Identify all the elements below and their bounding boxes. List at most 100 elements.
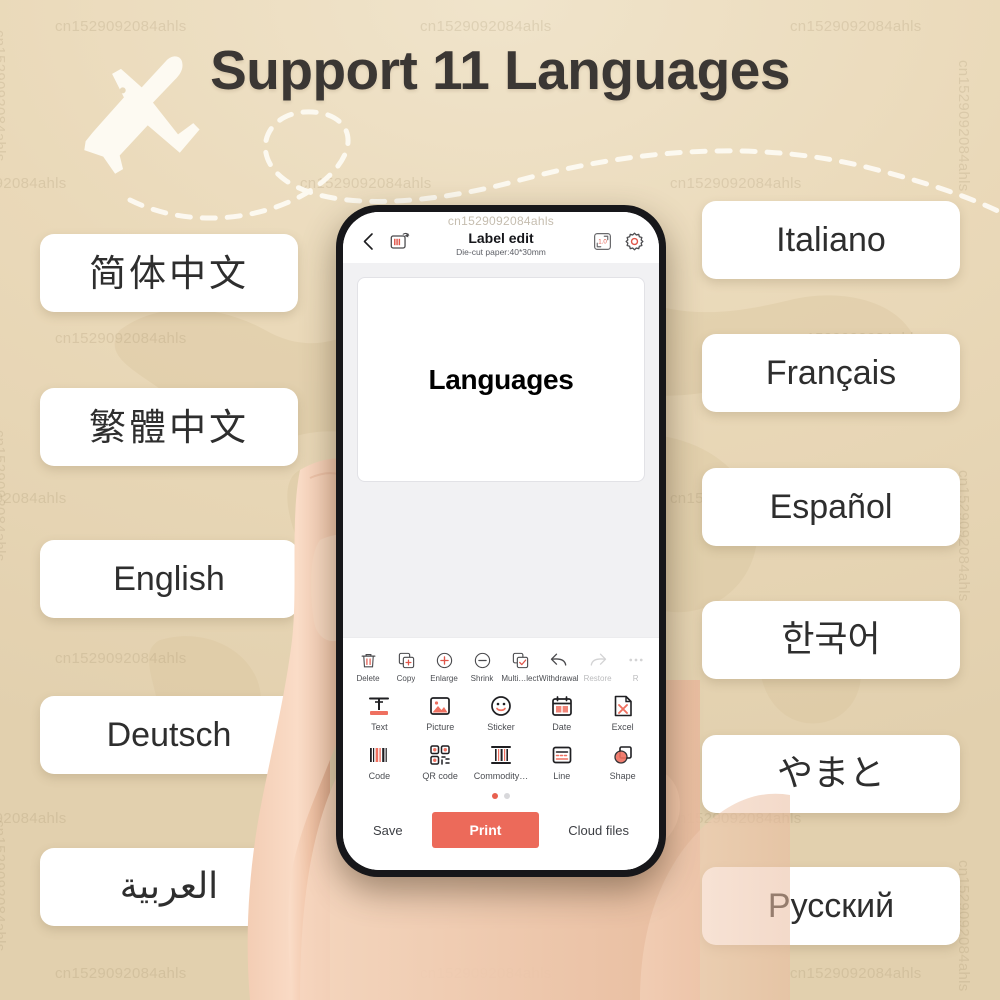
tool-withdrawal[interactable]: Withdrawal [539,644,579,688]
tool-qr-code[interactable]: QR code [410,737,471,786]
language-label: العربية [119,866,219,907]
phone-screen: cn1529092084ahls Label edit Die-cut pape… [343,212,659,870]
tool-label: Shape [609,771,636,781]
tool-label: Excel [611,722,634,732]
language-card[interactable]: Italiano [702,201,960,279]
tool-label: Multi…lect [501,674,539,683]
tool-label: Picture [426,722,455,732]
language-label: 繁體中文 [89,405,249,449]
more-icon [627,649,645,671]
tool-label: Date [552,722,572,732]
copy-icon [397,649,416,671]
tool-shrink[interactable]: Shrink [463,644,501,688]
toolbar-row-insert: Text Picture Sticker Date Excel [343,688,659,737]
pager-dot[interactable] [492,793,498,799]
language-label: Español [769,488,893,526]
language-label: English [113,560,225,598]
calendar-icon [550,693,574,719]
bottom-action-bar: Save Print Cloud files [343,806,659,870]
language-card[interactable]: English [40,540,298,618]
tool-text[interactable]: Text [349,688,410,737]
excel-icon [611,693,635,719]
tool-commodity[interactable]: Commodity… [471,737,532,786]
tool-label: Delete [356,674,380,683]
svg-text:1.0: 1.0 [598,238,607,245]
language-card[interactable]: 한국어 [702,601,960,679]
toolbar-row-edit: Delete Copy Enlarge Shrink Multi…lect Withdra… [343,644,659,688]
barcode-icon [367,742,391,768]
language-card[interactable]: Русский [702,867,960,945]
smiley-icon [489,693,513,719]
tool-label: QR code [422,771,458,781]
paper-spec-label: Die-cut paper:40*30mm [456,247,546,258]
language-card[interactable]: 繁體中文 [40,388,298,466]
toolbar-row-codes: Code QR code Commodity… Line Shape [343,737,659,786]
undo-icon [549,649,569,671]
page-title: Support 11 Languages [210,39,790,101]
text-tool-icon [367,693,391,719]
minus-circle-icon [473,649,492,671]
language-card[interactable]: 简体中文 [40,234,298,312]
language-label: 简体中文 [89,251,249,295]
tool-multi-lect[interactable]: Multi…lect [501,644,539,688]
label-canvas[interactable]: Languages [357,277,645,483]
plus-circle-icon [435,649,454,671]
multiselect-icon [511,649,530,671]
tool-enlarge[interactable]: Enlarge [425,644,463,688]
label-canvas-area: Languages [343,263,659,516]
page-title-label: Label edit [468,230,534,246]
tool-label: Sticker [487,722,515,732]
language-label: Deutsch [106,716,232,754]
tool-r: R [617,644,655,688]
language-card[interactable]: العربية [40,848,298,926]
tool-sticker[interactable]: Sticker [471,688,532,737]
print-button[interactable]: Print [431,812,540,848]
printer-icon[interactable] [387,229,413,255]
cloud-files-button[interactable]: Cloud files [568,823,629,838]
tool-label: Commodity… [473,771,529,781]
tool-label: Copy [396,674,416,683]
editor-toolbar: Delete Copy Enlarge Shrink Multi…lect Withdra… [343,637,659,806]
tool-code[interactable]: Code [349,737,410,786]
phone-mockup: cn1529092084ahls Label edit Die-cut pape… [336,205,666,877]
tool-label: Withdrawal [539,674,579,683]
pager-dot[interactable] [504,793,510,799]
tool-excel[interactable]: Excel [592,688,653,737]
language-label: Русский [767,887,895,925]
tool-copy[interactable]: Copy [387,644,425,688]
language-card[interactable]: Français [702,334,960,412]
tool-label: Enlarge [430,674,458,683]
header-center: Label edit Die-cut paper:40*30mm [419,230,583,257]
language-card[interactable]: やまと [702,735,960,813]
tool-delete[interactable]: Delete [349,644,387,688]
label-text-element[interactable]: Languages [428,364,573,396]
tool-label: Restore [583,674,612,683]
redo-icon [588,649,608,671]
gear-icon[interactable] [621,229,647,255]
save-button[interactable]: Save [373,823,403,838]
qrcode-icon [428,742,452,768]
tool-line[interactable]: Line [531,737,592,786]
commodity-icon [489,742,513,768]
tool-picture[interactable]: Picture [410,688,471,737]
language-label: やまと [776,753,885,794]
trash-icon [359,649,378,671]
toolbar-pager[interactable] [343,786,659,804]
tool-label: Code [368,771,391,781]
tool-date[interactable]: Date [531,688,592,737]
tool-label: R [632,674,639,683]
app-header: cn1529092084ahls Label edit Die-cut pape… [343,212,659,264]
language-label: 한국어 [781,619,881,660]
tool-label: Text [371,722,388,732]
language-card[interactable]: Deutsch [40,696,298,774]
chevron-left-icon[interactable] [355,229,381,255]
language-card[interactable]: Español [702,468,960,546]
header-watermark: cn1529092084ahls [447,214,555,228]
tool-shape[interactable]: Shape [592,737,653,786]
tool-label: Line [553,771,571,781]
label-size-icon[interactable]: 1.0 [589,229,615,255]
shape-icon [611,742,635,768]
tool-label: Shrink [470,674,494,683]
language-label: Français [765,354,897,392]
image-icon [428,693,452,719]
